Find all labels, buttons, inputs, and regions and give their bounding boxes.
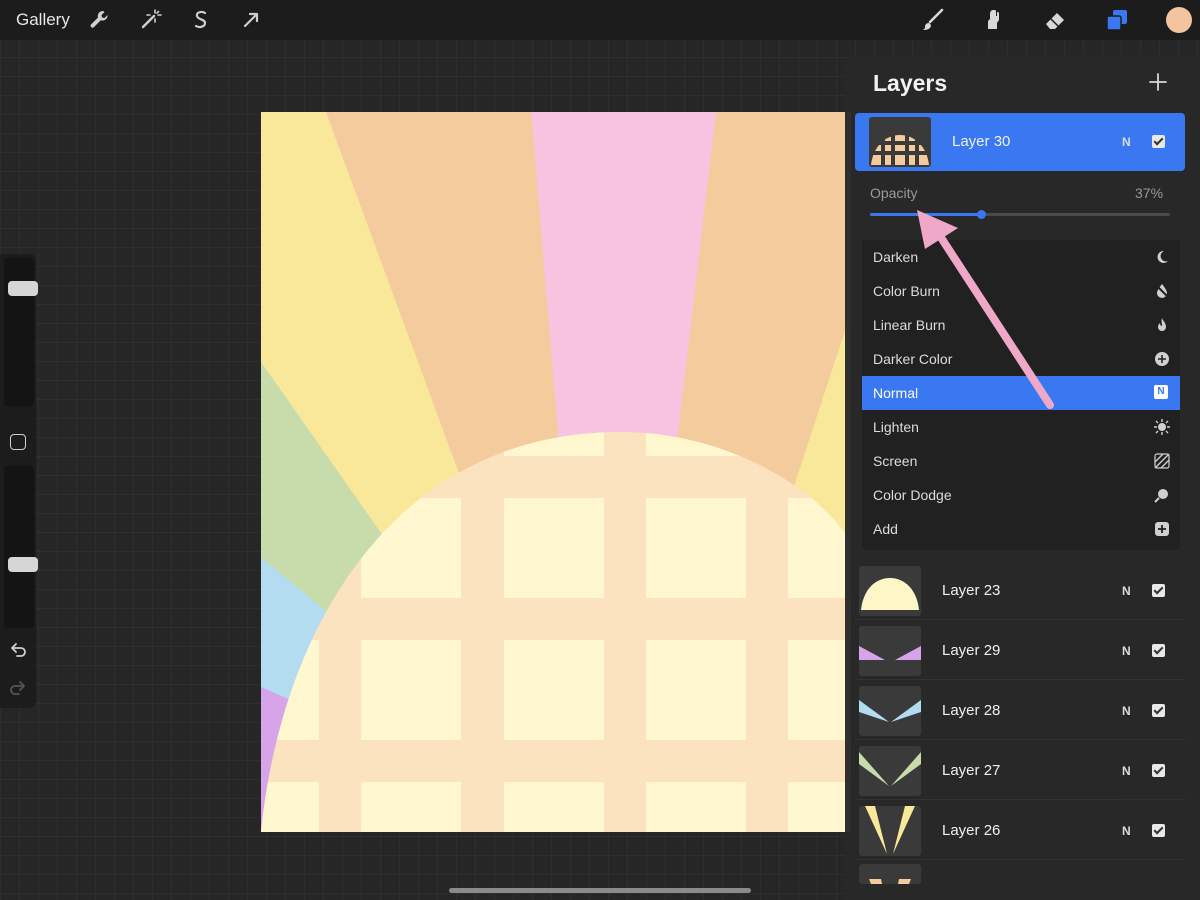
layer-thumbnail [859,746,921,796]
undo-icon[interactable] [8,640,28,660]
blend-mode-add[interactable]: Add [862,512,1180,546]
layer-blend-badge[interactable]: N [1122,764,1131,778]
layer-visibility-checkbox[interactable] [1152,644,1165,657]
magic-wand-icon[interactable] [137,7,163,33]
layer-row[interactable]: Layer 29 N [855,622,1185,680]
brush-opacity-slider[interactable] [4,466,38,628]
moon-icon [1154,249,1170,265]
layer-thumbnail [859,806,921,856]
eraser-icon[interactable] [1042,7,1068,33]
gallery-button[interactable]: Gallery [16,10,70,30]
brush-size-slider[interactable] [4,258,38,406]
layer-blend-badge[interactable]: N [1122,584,1131,598]
brush-opacity-thumb[interactable] [8,557,38,573]
layer-name: Layer 28 [942,702,1001,719]
layer-visibility-checkbox[interactable] [1152,764,1165,777]
hatch-icon [1154,453,1170,469]
layer-row[interactable]: Layer 27 N [855,742,1185,800]
layer-thumbnail [859,686,921,736]
layer-visibility-checkbox[interactable] [1152,824,1165,837]
blend-mode-label: Darken [873,249,919,265]
n-badge-icon: N [1154,385,1170,401]
panel-title: Layers [873,70,948,96]
blend-mode-linear-burn[interactable]: Linear Burn [862,308,1180,342]
sun-icon [1154,419,1170,435]
layer-blend-badge[interactable]: N [1122,824,1131,838]
layer-name: Layer 27 [942,762,1001,779]
blend-mode-label: Add [873,521,898,537]
blend-mode-label: Linear Burn [873,317,946,333]
brush-size-thumb[interactable] [8,280,38,296]
home-indicator[interactable] [449,888,751,893]
blend-mode-normal[interactable]: Normal N [862,376,1180,410]
transform-arrow-icon[interactable] [238,7,264,33]
plus-square-icon [1154,521,1170,537]
layer-blend-badge[interactable]: N [1122,644,1131,658]
modify-square-button[interactable] [10,434,26,450]
artwork [261,112,851,832]
blend-mode-screen[interactable]: Screen [862,444,1180,478]
blend-mode-list: Darken Color Burn Linear Burn Darker Col… [862,240,1180,550]
flame-icon [1154,317,1170,333]
blend-mode-darker-color[interactable]: Darker Color [862,342,1180,376]
brush-icon[interactable] [920,7,946,33]
opacity-slider-fill [870,213,981,216]
add-layer-icon[interactable] [1147,71,1169,93]
blend-mode-label: Color Burn [873,283,940,299]
layers-icon[interactable] [1104,7,1130,33]
layers-panel: Layers Layer 30 N Opacity 37% Darken Col… [845,55,1200,900]
color-swatch[interactable] [1166,7,1192,33]
blend-mode-label: Lighten [873,419,919,435]
selection-icon[interactable] [188,7,214,33]
blend-mode-label: Normal [873,385,919,401]
opacity-value: 37% [1135,185,1164,201]
layer-row[interactable]: Layer 26 N [855,802,1185,860]
layer-name: Layer 29 [942,642,1001,659]
top-toolbar: Gallery [0,0,1200,40]
drawing-canvas[interactable] [261,112,851,832]
blend-mode-color-dodge[interactable]: Color Dodge [862,478,1180,512]
opacity-slider[interactable] [870,210,1170,219]
blend-mode-color-burn[interactable]: Color Burn [862,274,1180,308]
wrench-icon[interactable] [86,7,112,33]
dodge-icon [1154,487,1170,503]
layer-name: Layer 30 [952,133,1011,150]
layer-visibility-checkbox[interactable] [1152,584,1165,597]
layer-name: Layer 23 [942,582,1001,599]
redo-icon[interactable] [8,678,28,698]
smudge-icon[interactable] [981,7,1007,33]
layer-blend-badge[interactable]: N [1122,135,1131,149]
plus-circle-icon [1154,351,1170,367]
blend-mode-lighten[interactable]: Lighten [862,410,1180,444]
layer-thumbnail [869,117,931,167]
blend-mode-label: Darker Color [873,351,953,367]
layer-thumbnail-partial [859,864,921,884]
layer-thumbnail [859,566,921,616]
left-sidebar [0,254,38,708]
burn-drop-icon [1154,283,1170,299]
layer-thumbnail [859,626,921,676]
opacity-slider-knob[interactable] [977,210,986,219]
layer-visibility-checkbox[interactable] [1152,135,1165,148]
blend-mode-label: Color Dodge [873,487,952,503]
layer-row[interactable]: Layer 23 N [855,562,1185,620]
opacity-label: Opacity [870,185,918,201]
n-badge-text: N [1154,385,1168,399]
layer-row-active[interactable]: Layer 30 N [855,113,1185,171]
blend-mode-label: Screen [873,453,918,469]
layer-row[interactable]: Layer 28 N [855,682,1185,740]
layer-blend-badge[interactable]: N [1122,704,1131,718]
layer-name: Layer 26 [942,822,1001,839]
layer-visibility-checkbox[interactable] [1152,704,1165,717]
blend-mode-darken[interactable]: Darken [862,240,1180,274]
